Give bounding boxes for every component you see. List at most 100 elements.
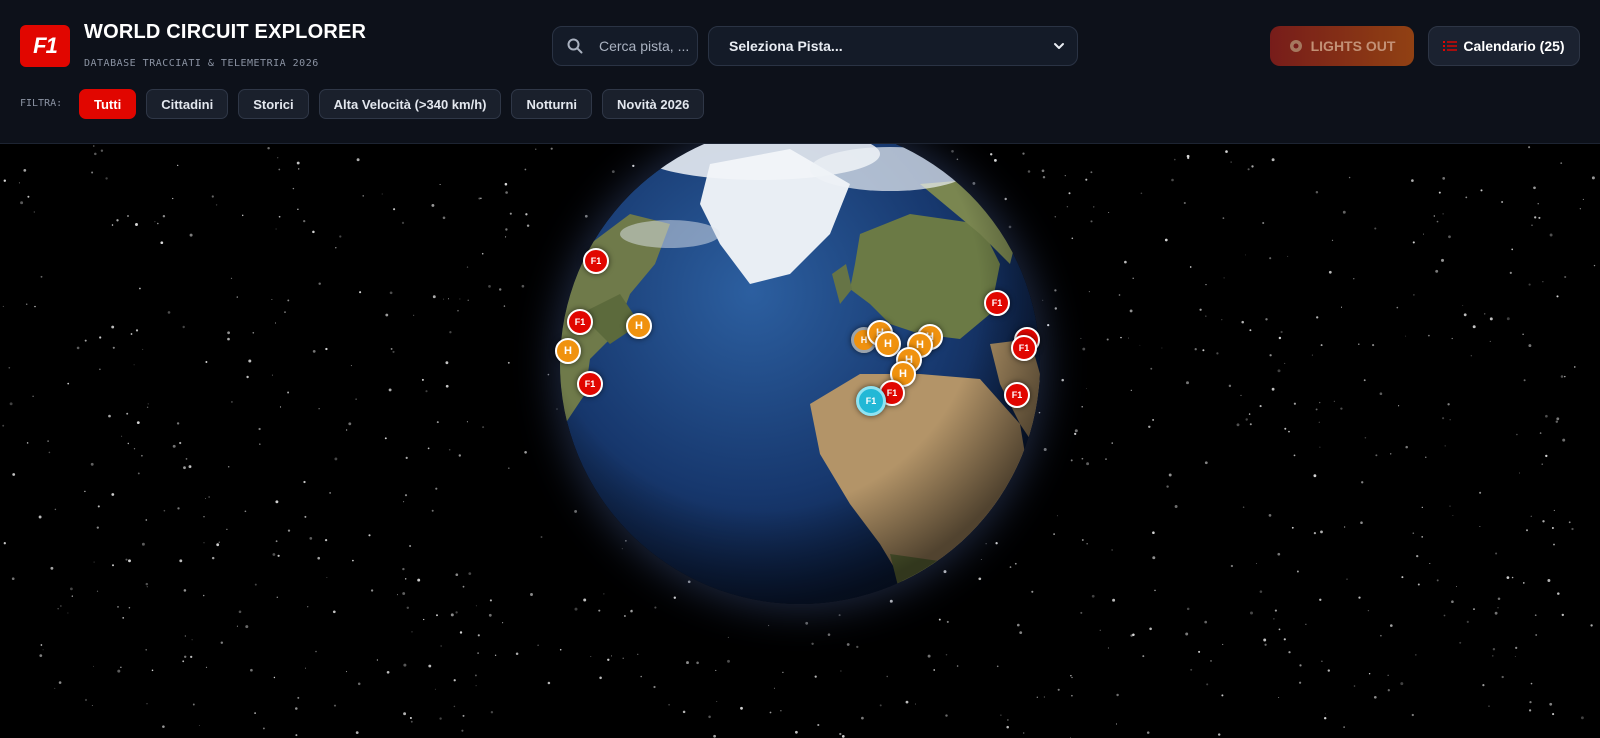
circuit-marker-selected[interactable]: F1	[856, 386, 886, 416]
star	[530, 593, 533, 596]
star	[133, 364, 135, 366]
star	[439, 717, 442, 720]
star	[60, 605, 62, 607]
star	[1353, 685, 1356, 687]
star	[1319, 446, 1321, 448]
star	[1557, 592, 1560, 595]
star	[436, 614, 438, 617]
circuit-marker-historic[interactable]: H	[626, 313, 652, 339]
circuit-marker-f1[interactable]: F1	[984, 290, 1010, 316]
filter-chip-cittadini[interactable]: Cittadini	[146, 89, 229, 119]
star	[727, 659, 730, 663]
star	[1456, 586, 1457, 588]
star	[1106, 338, 1109, 341]
star	[708, 715, 711, 719]
circuit-marker-historic[interactable]: H	[555, 338, 581, 364]
star	[1389, 624, 1393, 627]
star	[1438, 191, 1441, 194]
star	[1320, 344, 1323, 347]
star	[39, 654, 43, 657]
filter-chip-storici[interactable]: Storici	[238, 89, 309, 119]
circuit-marker-f1[interactable]: F1	[583, 248, 609, 274]
star	[590, 656, 592, 657]
lights-out-button[interactable]: LIGHTS OUT	[1270, 26, 1414, 66]
star	[1535, 634, 1538, 636]
star	[1105, 458, 1107, 460]
star	[185, 458, 188, 460]
star	[622, 657, 624, 659]
star	[230, 277, 233, 280]
star	[157, 222, 159, 225]
star	[189, 233, 193, 237]
filter-chip-alta-velocita[interactable]: Alta Velocità (>340 km/h)	[318, 89, 502, 119]
star	[1284, 427, 1287, 430]
star	[839, 732, 842, 736]
star	[1494, 611, 1498, 615]
filter-chip-novita-2026[interactable]: Novità 2026	[602, 89, 705, 119]
star	[38, 515, 42, 519]
filter-chip-notturni[interactable]: Notturni	[511, 89, 593, 119]
star	[117, 669, 121, 673]
star	[120, 666, 122, 668]
calendar-button[interactable]: Calendario (25)	[1428, 26, 1580, 66]
earth-globe[interactable]	[560, 144, 1040, 604]
star	[403, 663, 407, 667]
star	[1140, 192, 1143, 195]
star	[1433, 215, 1435, 217]
star	[192, 703, 195, 706]
star	[607, 658, 610, 661]
star	[846, 643, 850, 646]
star	[1146, 731, 1150, 734]
star	[236, 625, 238, 627]
circuit-marker-f1[interactable]: F1	[1004, 382, 1030, 408]
star	[1056, 515, 1058, 517]
star	[507, 467, 510, 470]
circuit-marker-f1[interactable]: F1	[567, 309, 593, 335]
globe-viewport[interactable]: F1 F1 H H F1 H H H H H H H F1 F1 F1 F1 F…	[0, 144, 1600, 738]
circuit-marker-f1[interactable]: F1	[577, 371, 603, 397]
star	[1086, 543, 1088, 545]
star	[1242, 506, 1245, 508]
star	[275, 500, 279, 504]
star	[1066, 206, 1069, 208]
track-select[interactable]: Seleziona Pista...	[708, 26, 1078, 66]
star	[160, 241, 164, 245]
star	[1533, 186, 1536, 190]
star	[475, 605, 477, 607]
star	[1199, 308, 1202, 311]
star	[1325, 713, 1326, 715]
star	[116, 219, 119, 222]
star	[403, 712, 407, 716]
star	[1090, 171, 1093, 174]
search-input[interactable]	[597, 37, 691, 55]
star	[262, 727, 265, 730]
star	[163, 509, 166, 512]
circuit-marker-f1[interactable]: F1	[1011, 335, 1037, 361]
search-box[interactable]	[552, 26, 698, 66]
star	[547, 681, 551, 685]
star	[1545, 414, 1548, 418]
star	[540, 536, 543, 538]
star	[127, 215, 129, 217]
star	[1442, 417, 1445, 420]
star	[1244, 254, 1246, 256]
star	[215, 204, 218, 206]
star	[177, 164, 179, 167]
star	[284, 311, 286, 313]
star	[450, 613, 454, 617]
star	[404, 578, 407, 580]
star	[559, 648, 562, 651]
star	[1210, 660, 1212, 662]
star	[279, 406, 282, 408]
star	[409, 544, 412, 548]
star	[1293, 454, 1296, 457]
star	[1333, 400, 1336, 402]
star	[362, 195, 364, 197]
star	[431, 509, 434, 512]
star	[945, 714, 948, 717]
star	[54, 687, 56, 689]
filter-chip-tutti[interactable]: Tutti	[79, 89, 137, 119]
star	[598, 609, 601, 612]
star	[277, 157, 279, 159]
star	[1387, 689, 1390, 692]
